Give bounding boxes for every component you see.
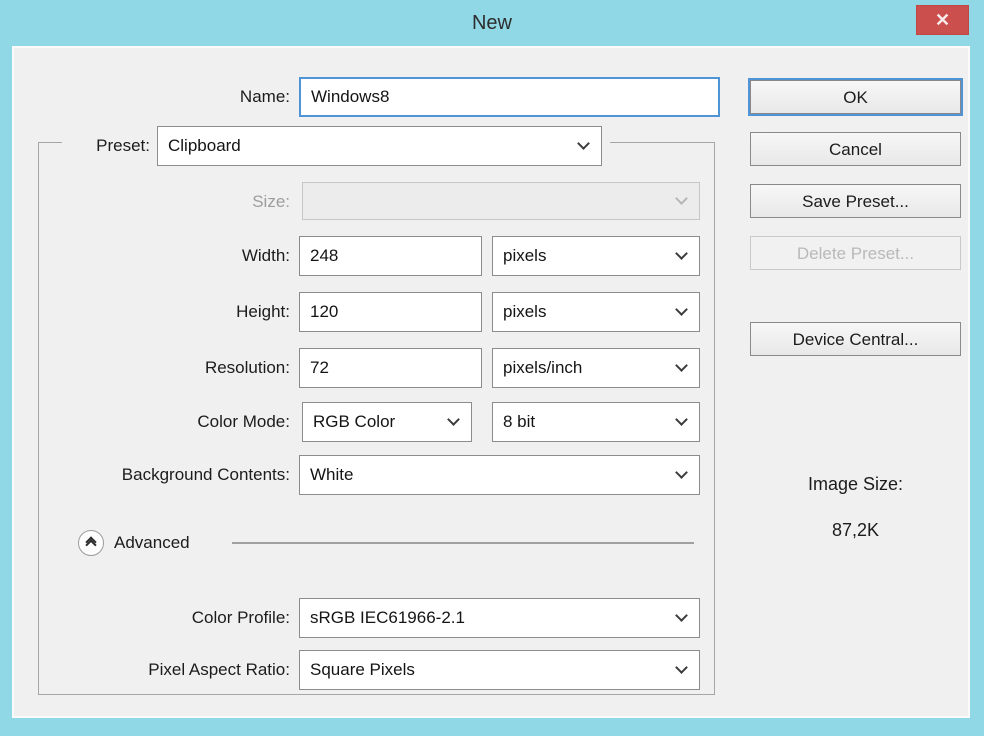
bit-depth-select[interactable]: 8 bit: [492, 402, 700, 442]
height-unit-select[interactable]: pixels: [492, 292, 700, 332]
resolution-input[interactable]: [299, 348, 482, 388]
chevron-down-icon: [675, 609, 688, 622]
height-label: Height:: [54, 292, 290, 332]
pixel-aspect-ratio-row: Pixel Aspect Ratio: Square Pixels: [14, 650, 972, 690]
dialog-body: Name: Preset: Clipboard Size: Width: pix…: [12, 46, 970, 718]
bit-depth-value: 8 bit: [503, 412, 535, 432]
advanced-toggle-button[interactable]: [78, 530, 104, 556]
width-label: Width:: [54, 236, 290, 276]
color-profile-value: sRGB IEC61966-2.1: [310, 608, 465, 628]
background-contents-select[interactable]: White: [299, 455, 700, 495]
width-input[interactable]: [299, 236, 482, 276]
chevron-down-icon: [675, 413, 688, 426]
background-contents-value: White: [310, 465, 353, 485]
color-mode-select[interactable]: RGB Color: [302, 402, 472, 442]
window: { "window": { "title": "New", "close_ico…: [0, 0, 984, 736]
chevron-down-icon: [675, 192, 688, 205]
advanced-divider: [232, 542, 694, 544]
preset-value: Clipboard: [168, 136, 241, 156]
chevron-down-icon: [447, 413, 460, 426]
height-unit-value: pixels: [503, 302, 546, 322]
close-icon: ✕: [935, 10, 950, 31]
chevron-down-icon: [675, 661, 688, 674]
image-size-label: Image Size:: [750, 474, 961, 495]
color-mode-row: Color Mode: RGB Color 8 bit: [14, 402, 972, 442]
color-profile-label: Color Profile:: [54, 598, 290, 638]
device-central-button[interactable]: Device Central...: [750, 322, 961, 356]
color-profile-row: Color Profile: sRGB IEC61966-2.1: [14, 598, 972, 638]
width-unit-value: pixels: [503, 246, 546, 266]
titlebar: New ✕: [0, 0, 984, 46]
height-input[interactable]: [299, 292, 482, 332]
pixel-aspect-ratio-value: Square Pixels: [310, 660, 415, 680]
color-profile-select[interactable]: sRGB IEC61966-2.1: [299, 598, 700, 638]
ok-button[interactable]: OK: [750, 80, 961, 114]
color-mode-label: Color Mode:: [54, 402, 290, 442]
background-contents-label: Background Contents:: [54, 455, 290, 495]
chevron-down-icon: [675, 466, 688, 479]
name-label: Name:: [54, 77, 290, 117]
name-input[interactable]: [299, 77, 720, 117]
image-size-value: 87,2K: [750, 520, 961, 541]
close-button[interactable]: ✕: [916, 5, 969, 35]
chevron-down-icon: [577, 137, 590, 150]
advanced-label: Advanced: [114, 530, 190, 556]
resolution-unit-select[interactable]: pixels/inch: [492, 348, 700, 388]
preset-label: Preset:: [14, 126, 150, 166]
resolution-unit-value: pixels/inch: [503, 358, 582, 378]
size-select[interactable]: [302, 182, 700, 220]
resolution-label: Resolution:: [54, 348, 290, 388]
delete-preset-button[interactable]: Delete Preset...: [750, 236, 961, 270]
width-unit-select[interactable]: pixels: [492, 236, 700, 276]
chevron-down-icon: [675, 247, 688, 260]
pixel-aspect-ratio-select[interactable]: Square Pixels: [299, 650, 700, 690]
chevron-down-icon: [675, 359, 688, 372]
preset-select[interactable]: Clipboard: [157, 126, 602, 166]
cancel-button[interactable]: Cancel: [750, 132, 961, 166]
save-preset-button[interactable]: Save Preset...: [750, 184, 961, 218]
color-mode-value: RGB Color: [313, 412, 395, 432]
size-label: Size:: [54, 182, 290, 220]
chevron-down-icon: [675, 303, 688, 316]
pixel-aspect-ratio-label: Pixel Aspect Ratio:: [54, 650, 290, 690]
window-title: New: [472, 12, 512, 35]
